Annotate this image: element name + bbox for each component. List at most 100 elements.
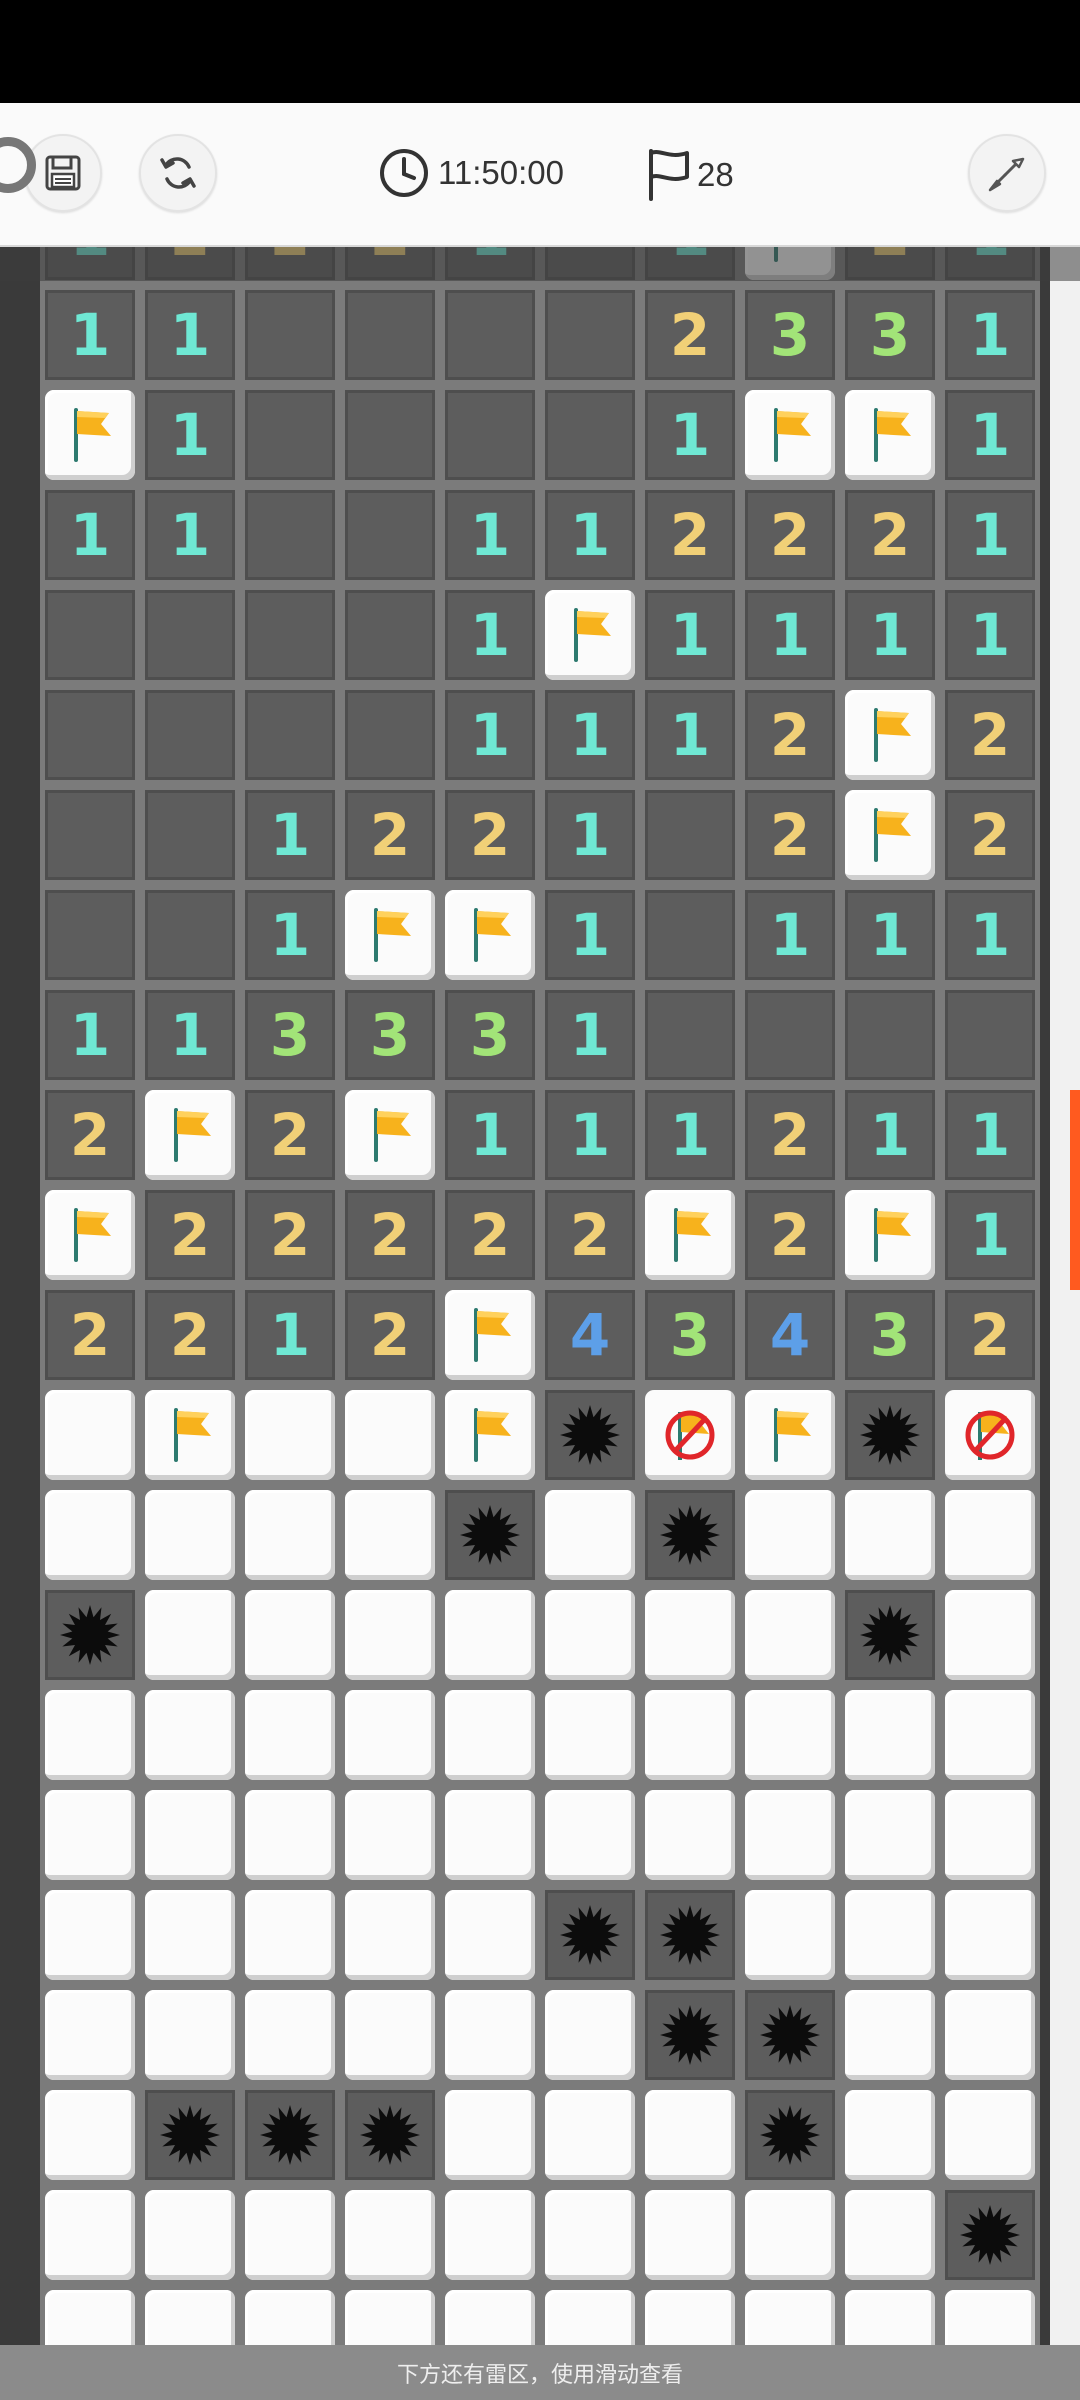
cell-covered[interactable]	[340, 1685, 440, 1785]
cell-revealed[interactable]: 1	[640, 385, 740, 485]
cell-flagged[interactable]	[840, 785, 940, 885]
cell-covered[interactable]	[840, 2285, 940, 2345]
cell-revealed[interactable]: 1	[140, 385, 240, 485]
cell-revealed[interactable]: 2	[840, 485, 940, 585]
cell-covered[interactable]	[240, 1485, 340, 1585]
cell-mine[interactable]	[740, 2085, 840, 2185]
cell-covered[interactable]	[340, 1585, 440, 1685]
cell-covered[interactable]	[740, 2285, 840, 2345]
cell-covered[interactable]	[440, 1585, 540, 1685]
cell-mine[interactable]	[140, 2085, 240, 2185]
cell-revealed[interactable]	[540, 385, 640, 485]
cell-covered[interactable]	[440, 1685, 540, 1785]
cell-revealed[interactable]	[140, 885, 240, 985]
minefield-viewport[interactable]: 1222112111233111111112221111111112212212…	[0, 245, 1080, 2345]
cell-covered[interactable]	[140, 1685, 240, 1785]
cell-revealed[interactable]: 1	[940, 485, 1040, 585]
cell-revealed[interactable]	[440, 385, 540, 485]
cell-revealed[interactable]	[140, 785, 240, 885]
cell-revealed[interactable]	[240, 485, 340, 585]
cell-covered[interactable]	[240, 1585, 340, 1685]
cell-revealed[interactable]: 1	[240, 885, 340, 985]
cell-covered[interactable]	[40, 2285, 140, 2345]
cell-revealed[interactable]: 2	[440, 785, 540, 885]
cell-revealed[interactable]: 1	[940, 1085, 1040, 1185]
cell-revealed[interactable]: 1	[540, 785, 640, 885]
cell-mine[interactable]	[40, 1585, 140, 1685]
cell-covered[interactable]	[540, 1985, 640, 2085]
cell-flagged[interactable]	[840, 1185, 940, 1285]
cell-revealed[interactable]: 1	[140, 285, 240, 385]
cell-revealed[interactable]	[640, 785, 740, 885]
cell-revealed[interactable]: 1	[440, 585, 540, 685]
cell-revealed[interactable]	[340, 385, 440, 485]
cell-revealed[interactable]: 2	[940, 785, 1040, 885]
cell-revealed[interactable]: 1	[240, 785, 340, 885]
cell-revealed[interactable]: 1	[840, 885, 940, 985]
cell-covered[interactable]	[40, 1685, 140, 1785]
cell-covered[interactable]	[240, 1785, 340, 1885]
cell-revealed[interactable]: 1	[940, 285, 1040, 385]
cell-mine[interactable]	[540, 1885, 640, 1985]
cell-revealed[interactable]: 2	[640, 485, 740, 585]
cell-revealed[interactable]: 1	[940, 1185, 1040, 1285]
cell-flagged[interactable]	[440, 1285, 540, 1385]
cell-revealed[interactable]: 1	[840, 1085, 940, 1185]
cell-covered[interactable]	[740, 2185, 840, 2285]
cell-mine[interactable]	[240, 2085, 340, 2185]
cell-revealed[interactable]: 2	[740, 1185, 840, 1285]
cell-covered[interactable]	[840, 1485, 940, 1585]
cell-covered[interactable]	[240, 2285, 340, 2345]
cell-revealed[interactable]	[840, 985, 940, 1085]
cell-revealed[interactable]: 2	[640, 285, 740, 385]
cell-revealed[interactable]: 2	[240, 1185, 340, 1285]
cell-revealed[interactable]: 2	[140, 1185, 240, 1285]
cell-covered[interactable]	[940, 1585, 1040, 1685]
cell-flagged[interactable]	[840, 385, 940, 485]
cell-revealed[interactable]	[240, 585, 340, 685]
cell-flagged[interactable]	[540, 585, 640, 685]
cell-revealed[interactable]: 1	[740, 585, 840, 685]
cell-covered[interactable]	[640, 1785, 740, 1885]
cell-revealed[interactable]: 1	[540, 685, 640, 785]
cell-covered[interactable]	[40, 1885, 140, 1985]
cell-covered[interactable]	[640, 2085, 740, 2185]
cell-mine[interactable]	[440, 1485, 540, 1585]
cell-covered[interactable]	[740, 1485, 840, 1585]
cell-revealed[interactable]: 1	[240, 1285, 340, 1385]
cell-flagged[interactable]	[340, 885, 440, 985]
cell-revealed[interactable]: 3	[740, 285, 840, 385]
cell-mine[interactable]	[840, 1585, 940, 1685]
cell-flagged[interactable]	[440, 1385, 540, 1485]
dig-mode-button[interactable]	[968, 134, 1046, 212]
cell-revealed[interactable]	[340, 485, 440, 585]
cell-revealed[interactable]	[40, 885, 140, 985]
cell-revealed[interactable]: 1	[440, 685, 540, 785]
cell-wrong-flag[interactable]	[640, 1385, 740, 1485]
cell-revealed[interactable]: 3	[840, 1285, 940, 1385]
cell-mine[interactable]	[740, 1985, 840, 2085]
cell-revealed[interactable]	[40, 685, 140, 785]
cell-covered[interactable]	[540, 2085, 640, 2185]
cell-covered[interactable]	[340, 1385, 440, 1485]
cell-revealed[interactable]: 1	[40, 285, 140, 385]
cell-wrong-flag[interactable]	[940, 1385, 1040, 1485]
cell-covered[interactable]	[740, 1885, 840, 1985]
cell-revealed[interactable]: 4	[540, 1285, 640, 1385]
cell-revealed[interactable]: 1	[540, 485, 640, 585]
cell-revealed[interactable]: 1	[440, 485, 540, 585]
cell-revealed[interactable]	[340, 285, 440, 385]
cell-revealed[interactable]: 3	[640, 1285, 740, 1385]
cell-covered[interactable]	[240, 1985, 340, 2085]
cell-flagged[interactable]	[140, 1385, 240, 1485]
cell-revealed[interactable]: 1	[740, 885, 840, 985]
cell-covered[interactable]	[340, 1885, 440, 1985]
cell-flagged[interactable]	[640, 1185, 740, 1285]
cell-mine[interactable]	[640, 1985, 740, 2085]
cell-flagged[interactable]	[740, 1385, 840, 1485]
cell-covered[interactable]	[840, 2185, 940, 2285]
cell-revealed[interactable]: 1	[940, 385, 1040, 485]
cell-covered[interactable]	[940, 1485, 1040, 1585]
cell-covered[interactable]	[440, 1785, 540, 1885]
cell-covered[interactable]	[40, 1385, 140, 1485]
